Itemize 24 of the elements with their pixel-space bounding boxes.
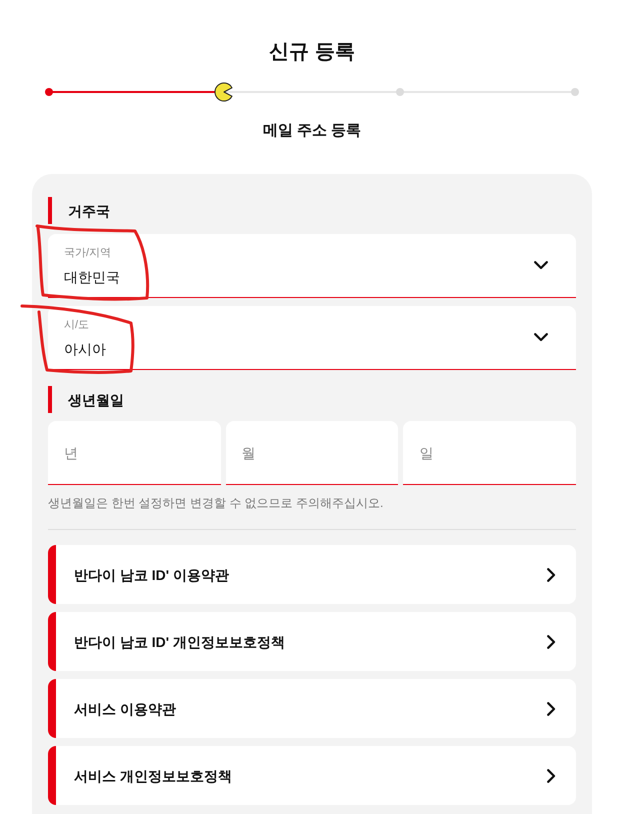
- year-input-field[interactable]: 년: [48, 421, 221, 485]
- region-select[interactable]: 시/도 아시아: [48, 306, 576, 370]
- section-heading: 거주국: [48, 197, 576, 224]
- chevron-down-icon: [534, 261, 548, 270]
- chevron-right-icon: [547, 702, 556, 716]
- select-value: 대한민국: [64, 268, 120, 286]
- step-label: 메일 주소 등록: [262, 121, 362, 141]
- section-heading: 생년월일: [48, 386, 576, 413]
- agreement-link[interactable]: 반다이 남코 ID' 개인정보보호정책: [48, 612, 576, 671]
- chevron-down-icon: [534, 333, 548, 342]
- field-label: 국가/지역: [64, 246, 112, 260]
- chevron-right-icon: [547, 768, 556, 782]
- agreement-link[interactable]: 반다이 남코 ID' 이용약관: [48, 545, 576, 604]
- field-label: 시/도: [64, 318, 90, 332]
- agreement-link[interactable]: 서비스 개인정보보호정책: [48, 746, 576, 805]
- agreement-link[interactable]: 서비스 이용약관: [48, 679, 576, 738]
- page-title: 신규 등록: [269, 40, 355, 65]
- country-select[interactable]: 국가/지역 대한민국: [48, 234, 576, 298]
- chevron-right-icon: [547, 634, 556, 648]
- birth-date-note: 생년월일은 한번 설정하면 변경할 수 없으므로 주의해주십시오.: [48, 495, 384, 512]
- month-input-field[interactable]: 월: [226, 421, 398, 485]
- day-input-field[interactable]: 일: [403, 421, 576, 485]
- select-value: 아시아: [64, 340, 106, 358]
- chevron-right-icon: [547, 568, 556, 582]
